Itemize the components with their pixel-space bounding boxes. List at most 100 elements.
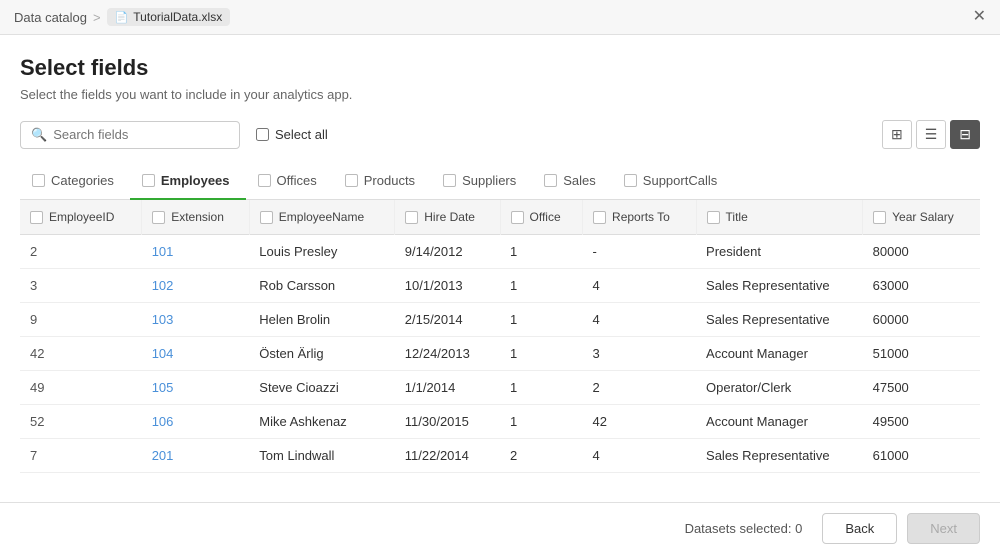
tab-sales-checkbox[interactable] <box>544 174 557 187</box>
table-cell: 9/14/2012 <box>395 235 500 269</box>
table-cell: 3 <box>583 337 697 371</box>
table-cell: Account Manager <box>696 337 863 371</box>
tab-offices-checkbox[interactable] <box>258 174 271 187</box>
table-cell[interactable]: 105 <box>142 371 250 405</box>
grid-view-button[interactable]: ⊞ <box>882 120 912 149</box>
tab-products-checkbox[interactable] <box>345 174 358 187</box>
tab-categories-label: Categories <box>51 173 114 188</box>
list-view-button[interactable]: ☰ <box>916 120 947 149</box>
table-cell: 10/1/2013 <box>395 269 500 303</box>
tab-supportcalls-checkbox[interactable] <box>624 174 637 187</box>
table-view-button[interactable]: ⊟ <box>950 120 980 149</box>
table-cell: 80000 <box>863 235 980 269</box>
tab-employees[interactable]: Employees <box>130 163 246 200</box>
bottom-bar: Datasets selected: 0 Back Next <box>0 502 1000 554</box>
table-cell[interactable]: 201 <box>142 439 250 473</box>
view-toggle: ⊞ ☰ ⊟ <box>882 120 980 149</box>
table-cell: 4 <box>583 303 697 337</box>
table-cell: Sales Representative <box>696 269 863 303</box>
table-cell: Operator/Clerk <box>696 371 863 405</box>
select-all-area[interactable]: Select all <box>256 127 328 142</box>
search-box[interactable]: 🔍 <box>20 121 240 149</box>
col-title-checkbox[interactable] <box>707 211 720 224</box>
tab-supportcalls[interactable]: SupportCalls <box>612 163 733 200</box>
table-cell: 4 <box>583 269 697 303</box>
col-header-employeename: EmployeeName <box>249 200 394 235</box>
select-all-checkbox[interactable] <box>256 128 269 141</box>
table-cell: 3 <box>20 269 142 303</box>
table-row: 52106Mike Ashkenaz11/30/2015142Account M… <box>20 405 980 439</box>
table-body: 2101Louis Presley9/14/20121-President800… <box>20 235 980 473</box>
table-row: 7201Tom Lindwall11/22/201424Sales Repres… <box>20 439 980 473</box>
tab-suppliers-checkbox[interactable] <box>443 174 456 187</box>
col-employeename-checkbox[interactable] <box>260 211 273 224</box>
col-office-checkbox[interactable] <box>511 211 524 224</box>
table-row: 2101Louis Presley9/14/20121-President800… <box>20 235 980 269</box>
tab-sales[interactable]: Sales <box>532 163 612 200</box>
datasets-selected-label: Datasets selected: 0 <box>685 521 803 536</box>
tab-suppliers[interactable]: Suppliers <box>431 163 532 200</box>
search-input[interactable] <box>53 127 229 142</box>
table-wrapper: EmployeeID Extension EmployeeName <box>20 200 980 510</box>
back-button[interactable]: Back <box>822 513 897 544</box>
breadcrumb-separator: > <box>93 10 101 25</box>
table-cell[interactable]: 103 <box>142 303 250 337</box>
next-button: Next <box>907 513 980 544</box>
table-cell: 52 <box>20 405 142 439</box>
table-cell: 49500 <box>863 405 980 439</box>
col-header-reportsto: Reports To <box>583 200 697 235</box>
tab-employees-checkbox[interactable] <box>142 174 155 187</box>
col-header-salary: Year Salary <box>863 200 980 235</box>
col-hiredate-checkbox[interactable] <box>405 211 418 224</box>
table-cell: 7 <box>20 439 142 473</box>
table-cell: Sales Representative <box>696 439 863 473</box>
col-extension-checkbox[interactable] <box>152 211 165 224</box>
col-salary-checkbox[interactable] <box>873 211 886 224</box>
table-cell: President <box>696 235 863 269</box>
search-icon: 🔍 <box>31 127 47 143</box>
tab-employees-label: Employees <box>161 173 230 188</box>
title-bar: Data catalog > 📄 TutorialData.xlsx ✕ <box>0 0 1000 35</box>
table-cell: 2 <box>583 371 697 405</box>
table-cell[interactable]: 101 <box>142 235 250 269</box>
table-cell[interactable]: 106 <box>142 405 250 439</box>
col-header-employeeid: EmployeeID <box>20 200 142 235</box>
table-cell: Helen Brolin <box>249 303 394 337</box>
col-employeeid-checkbox[interactable] <box>30 211 43 224</box>
table-cell: 2 <box>500 439 583 473</box>
table-cell[interactable]: 102 <box>142 269 250 303</box>
close-button[interactable]: ✕ <box>973 9 986 25</box>
col-header-office: Office <box>500 200 583 235</box>
page-title: Select fields <box>20 55 980 81</box>
table-cell: 1/1/2014 <box>395 371 500 405</box>
select-all-label: Select all <box>275 127 328 142</box>
table-cell: 63000 <box>863 269 980 303</box>
table-cell: 1 <box>500 303 583 337</box>
table-cell: 9 <box>20 303 142 337</box>
tab-categories-checkbox[interactable] <box>32 174 45 187</box>
tab-products-label: Products <box>364 173 415 188</box>
table-cell: 4 <box>583 439 697 473</box>
table-cell[interactable]: 104 <box>142 337 250 371</box>
table-cell: 42 <box>20 337 142 371</box>
tab-offices[interactable]: Offices <box>246 163 333 200</box>
breadcrumb-file: 📄 TutorialData.xlsx <box>107 8 231 26</box>
tab-offices-label: Offices <box>277 173 317 188</box>
toolbar: 🔍 Select all ⊞ ☰ ⊟ <box>20 120 980 149</box>
table-cell: 12/24/2013 <box>395 337 500 371</box>
tab-categories[interactable]: Categories <box>20 163 130 200</box>
table-cell: 47500 <box>863 371 980 405</box>
table-row: 9103Helen Brolin2/15/201414Sales Represe… <box>20 303 980 337</box>
tab-products[interactable]: Products <box>333 163 431 200</box>
table-row: 49105Steve Cioazzi1/1/201412Operator/Cle… <box>20 371 980 405</box>
col-reportsto-checkbox[interactable] <box>593 211 606 224</box>
table-cell: Steve Cioazzi <box>249 371 394 405</box>
tab-supportcalls-label: SupportCalls <box>643 173 717 188</box>
table-cell: 42 <box>583 405 697 439</box>
table-cell: 49 <box>20 371 142 405</box>
table-cell: Rob Carsson <box>249 269 394 303</box>
table-cell: 2/15/2014 <box>395 303 500 337</box>
table-cell: 1 <box>500 235 583 269</box>
table-header-row: EmployeeID Extension EmployeeName <box>20 200 980 235</box>
tab-sales-label: Sales <box>563 173 596 188</box>
